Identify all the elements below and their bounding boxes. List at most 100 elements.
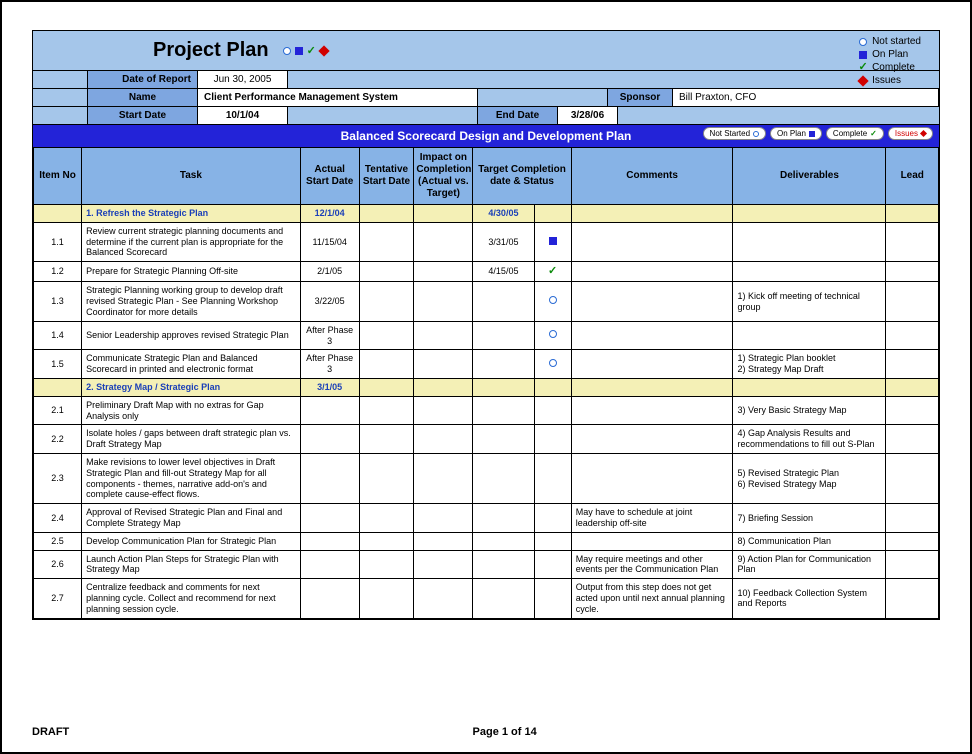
cell-tsd <box>359 282 414 321</box>
cell-comments <box>571 350 733 379</box>
cell-tcd: 3/31/05 <box>473 222 534 261</box>
legend-on-plan: On Plan <box>872 48 908 61</box>
section-tcd: 4/30/05 <box>473 205 534 223</box>
cell-tcd: 4/15/05 <box>473 262 534 282</box>
cell-impact <box>414 262 473 282</box>
cell-task: Develop Communication Plan for Strategic… <box>82 532 301 550</box>
pill-on-plan[interactable]: On Plan <box>770 127 822 140</box>
name-value: Client Performance Management System <box>198 89 478 106</box>
on-plan-icon <box>859 51 867 59</box>
cell-task: Prepare for Strategic Planning Off-site <box>82 262 301 282</box>
cell-deliv: 3) Very Basic Strategy Map <box>733 396 886 425</box>
cell-ads <box>300 453 359 503</box>
cell-itemno: 2.3 <box>34 453 82 503</box>
section-tcd <box>473 378 534 396</box>
cell-tsd <box>359 396 414 425</box>
cell-deliv: 1) Strategic Plan booklet2) Strategy Map… <box>733 350 886 379</box>
cell-deliv <box>733 262 886 282</box>
col-deliv: Deliverables <box>733 148 886 205</box>
cell-deliv: 7) Briefing Session <box>733 504 886 533</box>
cell-status <box>534 550 571 579</box>
cell-comments: May have to schedule at joint leadership… <box>571 504 733 533</box>
cell-ads: After Phase 3 <box>300 350 359 379</box>
cell-deliv: 10) Feedback Collection System and Repor… <box>733 579 886 618</box>
status-complete-icon: ✓ <box>548 265 557 277</box>
cell-task: Strategic Planning working group to deve… <box>82 282 301 321</box>
cell-task: Isolate holes / gaps between draft strat… <box>82 425 301 454</box>
section-name: 2. Strategy Map / Strategic Plan <box>82 378 301 396</box>
cell-impact <box>414 321 473 350</box>
cell-lead <box>886 262 939 282</box>
cell-tcd <box>473 453 534 503</box>
cell-ads: 2/1/05 <box>300 262 359 282</box>
table-row: 2.5Develop Communication Plan for Strate… <box>34 532 939 550</box>
cell-deliv: 9) Action Plan for Communication Plan <box>733 550 886 579</box>
pill-complete[interactable]: Complete✓ <box>826 127 884 140</box>
status-not-started-icon <box>549 330 557 338</box>
cell-ads <box>300 396 359 425</box>
cell-lead <box>886 350 939 379</box>
cell-tsd <box>359 350 414 379</box>
cell-impact <box>414 504 473 533</box>
section-header-row: 1. Refresh the Strategic Plan12/1/04 4/30… <box>34 205 939 223</box>
cell-comments <box>571 425 733 454</box>
table-row: 1.2Prepare for Strategic Planning Off-si… <box>34 262 939 282</box>
cell-deliv: 8) Communication Plan <box>733 532 886 550</box>
table-row: 2.6Launch Action Plan Steps for Strategi… <box>34 550 939 579</box>
page-title: Project Plan <box>153 39 269 62</box>
cell-impact <box>414 453 473 503</box>
cell-task: Approval of Revised Strategic Plan and F… <box>82 504 301 533</box>
cell-tsd <box>359 425 414 454</box>
legend-not-started: Not started <box>872 35 921 48</box>
cell-deliv: 5) Revised Strategic Plan6) Revised Stra… <box>733 453 886 503</box>
cell-lead <box>886 321 939 350</box>
table-row: 1.3Strategic Planning working group to d… <box>34 282 939 321</box>
cell-ads <box>300 579 359 618</box>
cell-status <box>534 453 571 503</box>
status-on-plan-icon <box>549 237 557 245</box>
cell-tcd <box>473 550 534 579</box>
section-ads: 12/1/04 <box>300 205 359 223</box>
cell-ads: 11/15/04 <box>300 222 359 261</box>
cell-deliv <box>733 321 886 350</box>
sponsor-value: Bill Praxton, CFO <box>673 89 939 106</box>
square-icon <box>295 47 303 55</box>
cell-status <box>534 396 571 425</box>
footer-left: DRAFT <box>32 726 69 738</box>
section-name: 1. Refresh the Strategic Plan <box>82 205 301 223</box>
footer: DRAFT Page 1 of 14 <box>32 726 940 738</box>
cell-comments <box>571 321 733 350</box>
table-row: 1.5Communicate Strategic Plan and Balanc… <box>34 350 939 379</box>
cell-tsd <box>359 532 414 550</box>
pill-not-started[interactable]: Not Started <box>703 127 766 140</box>
col-tsd: Tentative Start Date <box>359 148 414 205</box>
cell-itemno: 2.1 <box>34 396 82 425</box>
cell-itemno: 2.2 <box>34 425 82 454</box>
cell-ads <box>300 550 359 579</box>
diamond-icon <box>318 45 329 56</box>
report-row: Date of Report Jun 30, 2005 <box>33 70 939 88</box>
cell-task: Review current strategic planning docume… <box>82 222 301 261</box>
plan-table: Item No Task Actual Start Date Tentative… <box>33 147 939 619</box>
legend: Not started On Plan ✓Complete Issues <box>858 35 921 87</box>
cell-tcd <box>473 532 534 550</box>
col-tcd: Target Completion date & Status <box>473 148 571 205</box>
column-header-row: Item No Task Actual Start Date Tentative… <box>34 148 939 205</box>
cell-tsd <box>359 262 414 282</box>
cell-task: Preliminary Draft Map with no extras for… <box>82 396 301 425</box>
cell-lead <box>886 396 939 425</box>
table-row: 2.2Isolate holes / gaps between draft st… <box>34 425 939 454</box>
status-not-started-icon <box>549 359 557 367</box>
cell-tcd <box>473 282 534 321</box>
sponsor-label: Sponsor <box>608 89 673 106</box>
header-area: Project Plan ✓ Not started On Plan ✓Comp… <box>33 31 939 124</box>
cell-impact <box>414 532 473 550</box>
cell-itemno: 2.7 <box>34 579 82 618</box>
cell-lead <box>886 282 939 321</box>
cell-comments <box>571 396 733 425</box>
cell-comments <box>571 282 733 321</box>
cell-impact <box>414 425 473 454</box>
footer-center: Page 1 of 14 <box>473 726 537 738</box>
pill-issues[interactable]: Issues <box>888 127 933 140</box>
cell-tcd <box>473 504 534 533</box>
